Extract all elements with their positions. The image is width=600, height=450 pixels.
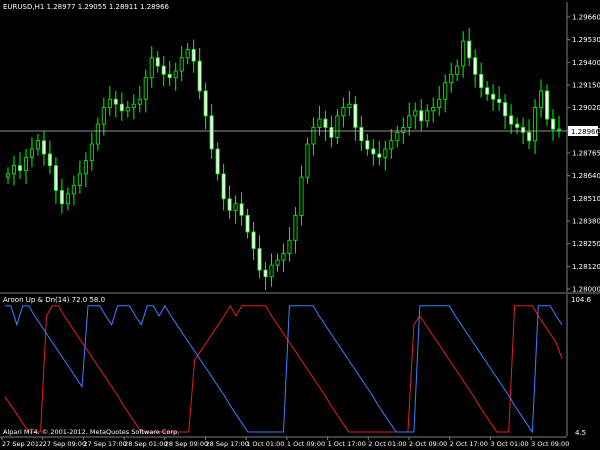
current-price-label: 1.28966: [571, 128, 600, 136]
price-tick-label: 1.28380: [572, 218, 600, 226]
time-tick-label: 28 Sep 01:00: [124, 440, 167, 448]
price-tick-label: 1.29660: [572, 14, 600, 22]
time-tick-label: 1 Oct 09:00: [287, 440, 325, 448]
symbol-info: EURUSD,H1 1.28977 1.29055 1.28911 1.2896…: [3, 3, 170, 11]
price-tick-label: 1.28000: [572, 286, 600, 294]
price-tick-label: 1.28640: [572, 172, 600, 180]
price-tick-label: 1.28510: [572, 195, 600, 203]
price-tick-label: 1.29400: [572, 59, 600, 67]
copyright-text: Alpari MT4, © 2001-2012, MetaQuotes Soft…: [3, 428, 179, 436]
time-tick-label: 2 Oct 17:00: [450, 440, 488, 448]
time-tick-label: 27 Sep 17:00: [83, 440, 126, 448]
time-tick-label: 28 Sep 17:00: [206, 440, 249, 448]
price-tick-label: 1.29530: [572, 36, 600, 44]
indicator-axis-top: 104.6: [571, 296, 592, 304]
indicator-axis-bottom: 4.5: [575, 429, 586, 437]
chart-background: [0, 0, 600, 450]
indicator-title: Aroon Up & Dn(14) 72.0 58.0: [3, 296, 105, 304]
time-tick-label: 27 Sep 09:00: [43, 440, 86, 448]
price-tick-label: 1.28250: [572, 240, 600, 248]
time-tick-label: 2 Oct 09:00: [409, 440, 447, 448]
time-tick-label: 1 Oct 01:00: [246, 440, 284, 448]
mt4-chart-window[interactable]: 1.296601.295301.294001.291501.290201.288…: [0, 0, 600, 450]
time-tick-label: 27 Sep 2012: [2, 440, 43, 448]
price-tick-label: 1.28120: [572, 263, 600, 271]
price-tick-label: 1.29020: [572, 104, 600, 112]
candle: [305, 137, 310, 184]
time-tick-label: 1 Oct 17:00: [328, 440, 366, 448]
time-tick-label: 28 Sep 09:00: [165, 440, 208, 448]
time-tick-label: 3 Oct 09:00: [531, 440, 569, 448]
price-tick-label: 1.29150: [572, 82, 600, 90]
time-tick-label: 3 Oct 01:00: [490, 440, 528, 448]
price-tick-label: 1.28765: [572, 150, 600, 158]
time-tick-label: 2 Oct 01:00: [368, 440, 406, 448]
